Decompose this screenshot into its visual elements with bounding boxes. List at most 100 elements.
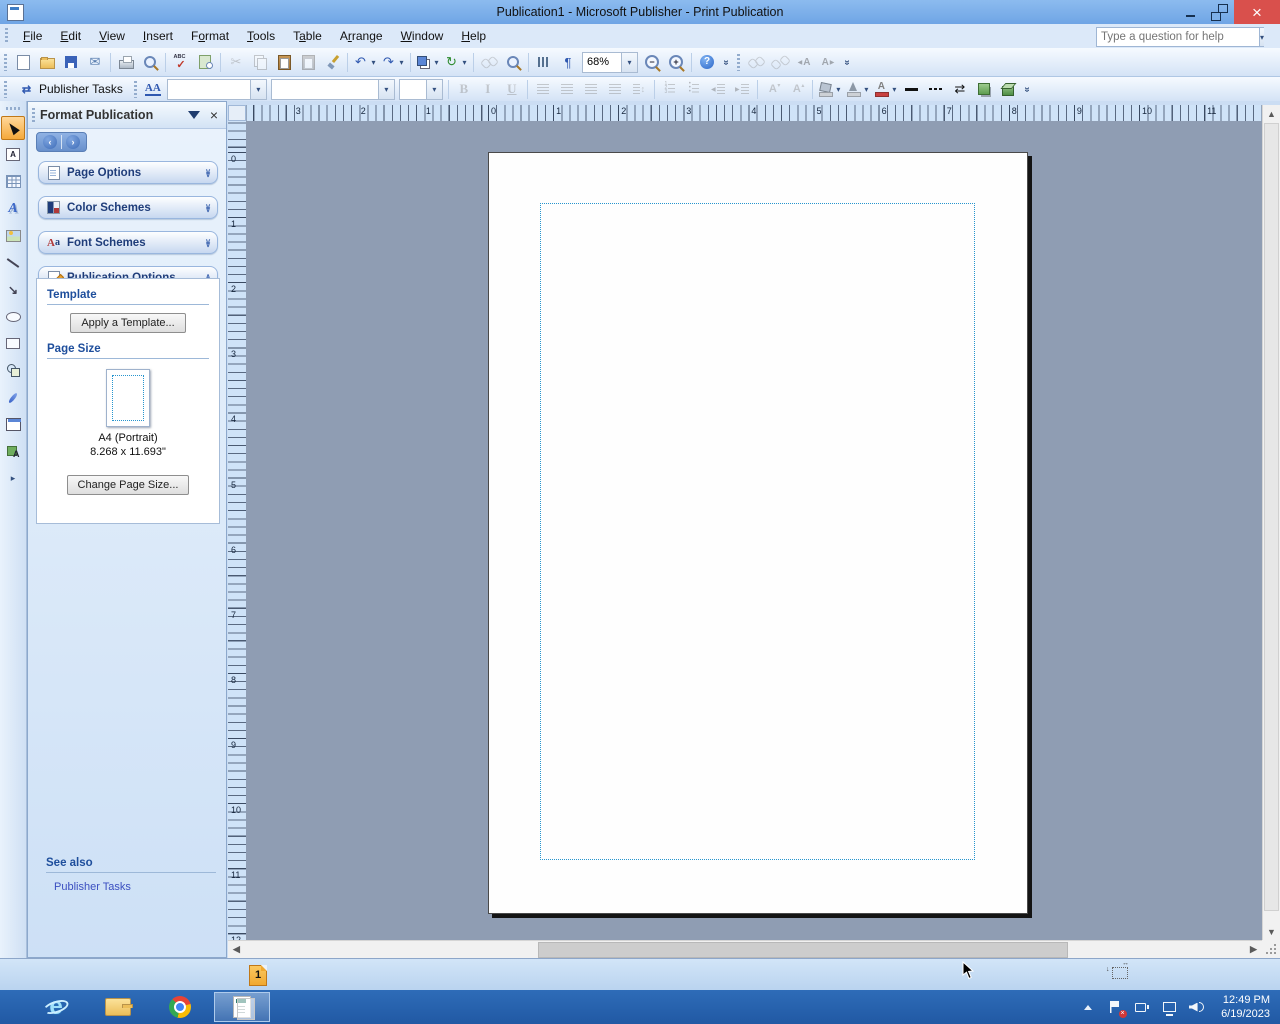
scroll-down-icon[interactable]: ▼ (1263, 923, 1280, 940)
insert-hyperlink-button[interactable] (477, 51, 501, 73)
zoom-combo[interactable]: 68%▾ (582, 52, 638, 73)
bullets-button[interactable] (682, 78, 706, 100)
new-button[interactable] (11, 51, 35, 73)
numbering-button[interactable] (658, 78, 682, 100)
font-size-combo[interactable]: ▾ (399, 79, 443, 100)
forward-icon[interactable]: › (66, 135, 80, 149)
oval-button[interactable] (1, 305, 25, 329)
increase-indent-button[interactable] (730, 78, 754, 100)
taskbar-clock[interactable]: 12:49 PM 6/19/2023 (1221, 993, 1270, 1021)
shadow-style-button[interactable] (972, 78, 996, 100)
horizontal-ruler[interactable]: 32101234567891011 (246, 105, 1262, 122)
section-color-schemes[interactable]: Color Schemes (38, 196, 218, 219)
create-text-box-link-button[interactable] (744, 51, 768, 73)
dash-style-button[interactable] (924, 78, 948, 100)
bookmark-button[interactable] (1, 386, 25, 410)
taskbar-chrome-button[interactable] (152, 992, 208, 1022)
taskbar-file-explorer-button[interactable] (90, 992, 146, 1022)
font-combo[interactable]: ▾ (271, 79, 395, 100)
chevron-down-icon[interactable] (205, 240, 211, 246)
menu-help[interactable]: Help (452, 26, 495, 46)
align-center-button[interactable] (555, 78, 579, 100)
chevron-down-icon[interactable]: ▾ (862, 85, 871, 94)
chevron-down-icon[interactable]: ▾ (432, 58, 441, 67)
picture-frame-button[interactable] (1, 224, 25, 248)
increase-font-size-button[interactable] (785, 78, 809, 100)
chevron-down-icon[interactable]: ▾ (378, 80, 394, 99)
apply-template-button[interactable]: Apply a Template... (70, 313, 185, 333)
back-icon[interactable]: ‹ (43, 135, 57, 149)
toolbar-drag-handle[interactable] (737, 54, 740, 71)
save-button[interactable] (59, 51, 83, 73)
line-spacing-button[interactable] (627, 78, 651, 100)
change-page-size-button[interactable]: Change Page Size... (67, 475, 190, 495)
break-forward-link-button[interactable] (768, 51, 792, 73)
horizontal-scrollbar[interactable]: ◀ ▶ (228, 940, 1262, 958)
item-from-content-library-button[interactable] (1, 440, 25, 464)
bring-to-front-button[interactable]: ▾ (414, 51, 442, 73)
vertical-scroll-thumb[interactable] (1264, 123, 1279, 911)
chevron-down-icon[interactable] (205, 205, 211, 211)
line-border-style-button[interactable] (900, 78, 924, 100)
scroll-left-icon[interactable]: ◀ (228, 941, 245, 958)
select-objects-button[interactable] (1, 116, 25, 140)
scroll-up-icon[interactable]: ▲ (1263, 105, 1280, 122)
free-rotate-button[interactable]: ↻▾ (442, 51, 470, 73)
help-question-box[interactable]: ▾ (1096, 27, 1264, 47)
menu-edit[interactable]: Edit (51, 26, 90, 46)
columns-button[interactable] (532, 51, 556, 73)
chevron-down-icon[interactable]: ▾ (250, 80, 266, 99)
menu-file[interactable]: File (14, 26, 51, 46)
insert-table-button[interactable] (1, 170, 25, 194)
arrow-button[interactable] (1, 278, 25, 302)
toolbar-drag-handle[interactable] (4, 81, 7, 98)
decrease-indent-button[interactable] (706, 78, 730, 100)
chevron-down-icon[interactable]: ▾ (834, 85, 843, 94)
toolbar-options-button[interactable] (840, 51, 854, 73)
design-gallery-object-button[interactable] (1, 413, 25, 437)
publication-canvas[interactable] (246, 121, 1262, 940)
menu-insert[interactable]: Insert (134, 26, 182, 46)
zoom-out-button[interactable] (640, 51, 664, 73)
chevron-down-icon[interactable]: ▾ (621, 53, 637, 72)
insert-wordart-button[interactable] (1, 197, 25, 221)
taskbar-publisher-button[interactable] (214, 992, 270, 1022)
menu-window[interactable]: Window (392, 26, 453, 46)
chevron-down-icon[interactable]: ▾ (460, 58, 469, 67)
style-combo[interactable]: ▾ (167, 79, 267, 100)
chevron-down-icon[interactable]: ▾ (369, 58, 378, 67)
print-button[interactable] (114, 51, 138, 73)
research-button[interactable] (193, 51, 217, 73)
menu-view[interactable]: View (90, 26, 134, 46)
tray-volume-button[interactable] (1188, 999, 1204, 1015)
scroll-right-icon[interactable]: ▶ (1245, 941, 1262, 958)
toolbar-options-button[interactable] (719, 51, 733, 73)
decrease-font-size-button[interactable] (761, 78, 785, 100)
fill-color-button[interactable]: ▾ (816, 78, 844, 100)
italic-button[interactable]: I (476, 78, 500, 100)
taskpane-close-icon[interactable]: × (210, 108, 218, 122)
mail-button[interactable]: ✉ (83, 51, 107, 73)
web-page-preview-button[interactable] (501, 51, 525, 73)
toolbar-drag-handle[interactable] (4, 54, 7, 71)
section-page-options[interactable]: Page Options (38, 161, 218, 184)
toolbar-drag-handle[interactable] (134, 81, 137, 98)
spelling-button[interactable] (169, 51, 193, 73)
align-right-button[interactable] (579, 78, 603, 100)
vertical-scrollbar[interactable]: ▲ ▼ (1262, 105, 1280, 940)
publisher-tasks-button[interactable]: Publisher Tasks (11, 78, 130, 101)
taskbar-internet-explorer-button[interactable] (28, 992, 84, 1022)
font-color-button[interactable]: ▾ (872, 78, 900, 100)
cut-button[interactable]: ✂ (224, 51, 248, 73)
print-preview-button[interactable] (138, 51, 162, 73)
styles-button[interactable] (141, 78, 165, 100)
line-button[interactable] (1, 251, 25, 275)
3d-style-button[interactable] (996, 78, 1020, 100)
zoom-in-button[interactable] (664, 51, 688, 73)
redo-button[interactable]: ↷▾ (379, 51, 407, 73)
arrow-style-button[interactable]: ⇄ (948, 78, 972, 100)
chevron-down-icon[interactable]: ▾ (426, 80, 442, 99)
copy-button[interactable] (248, 51, 272, 73)
publisher-tasks-link[interactable]: Publisher Tasks (54, 881, 218, 893)
justify-button[interactable] (603, 78, 627, 100)
